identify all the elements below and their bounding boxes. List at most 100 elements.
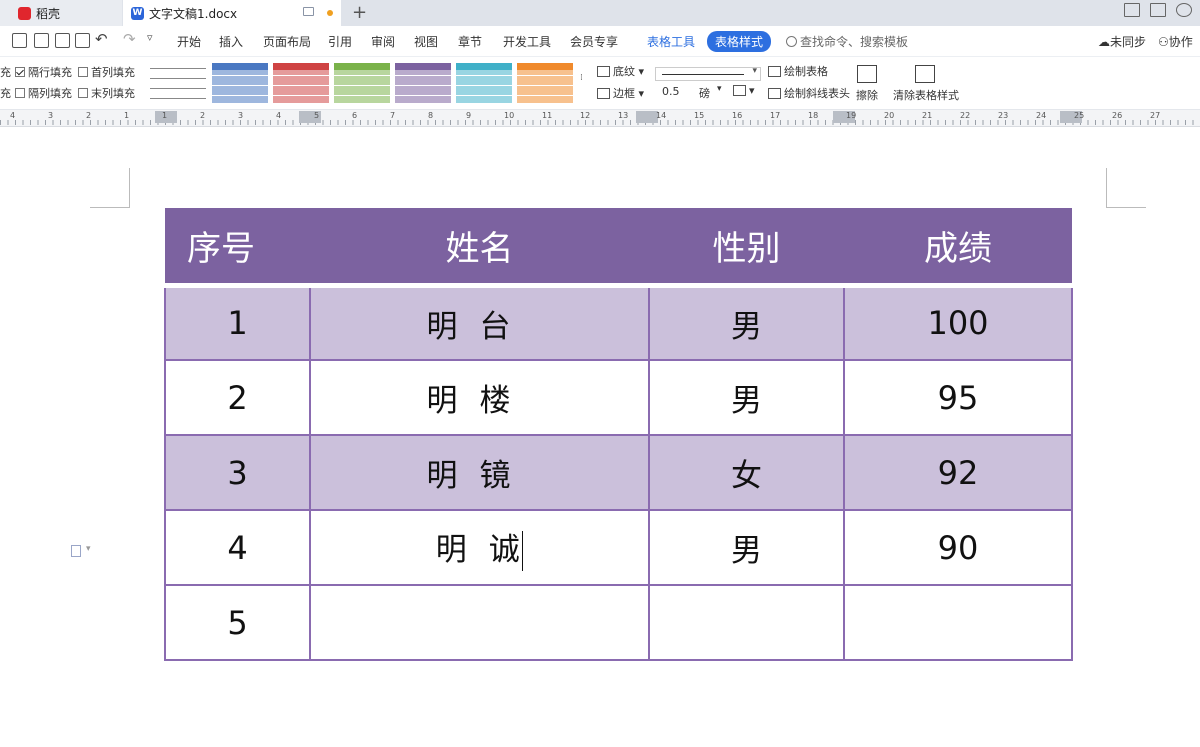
command-search[interactable]: 查找命令、搜索模板 xyxy=(786,33,908,50)
window-controls xyxy=(1124,3,1192,17)
ruler-number: 27 xyxy=(1150,111,1161,120)
first-col-fill-option[interactable]: 首列填充 xyxy=(78,64,135,80)
line-width-value[interactable]: 0.5 xyxy=(662,85,680,98)
table-style-swatch-cyan[interactable] xyxy=(456,63,512,103)
customize-quick-access-icon[interactable]: ▿ xyxy=(147,31,153,44)
ruler-number: 25 xyxy=(1074,111,1085,120)
header-index[interactable]: 序号 xyxy=(165,208,310,288)
eraser-icon[interactable] xyxy=(857,65,877,83)
table-style-swatch-red[interactable] xyxy=(273,63,329,103)
checkbox-checked-icon[interactable] xyxy=(15,67,25,77)
menu-insert[interactable]: 插入 xyxy=(219,33,243,50)
undo-icon[interactable]: ↶ xyxy=(95,30,108,48)
table-row: 1 明台 男 100 xyxy=(164,284,1073,361)
menu-home[interactable]: 开始 xyxy=(177,33,201,50)
ruler-number: 5 xyxy=(314,111,320,120)
ruler-number: 2 xyxy=(200,111,206,120)
cell-gender[interactable]: 女 xyxy=(648,434,845,511)
cell-name[interactable]: 明台 xyxy=(309,284,650,361)
line-color-button[interactable]: ▾ xyxy=(733,84,755,97)
grid-view-icon[interactable] xyxy=(1150,3,1166,17)
export-icon[interactable] xyxy=(34,33,49,48)
ruler-number: 8 xyxy=(428,111,434,120)
cell-score[interactable]: 90 xyxy=(843,509,1073,586)
cell-score[interactable]: 92 xyxy=(843,434,1073,511)
cell-index[interactable]: 2 xyxy=(164,359,311,436)
paragraph-layout-icon[interactable] xyxy=(71,545,81,557)
cell-index[interactable]: 3 xyxy=(164,434,311,511)
border-button[interactable]: 边框 ▾ xyxy=(597,85,644,101)
menu-section[interactable]: 章节 xyxy=(458,33,482,50)
ruler-number: 22 xyxy=(960,111,971,120)
line-width-dropdown-icon[interactable]: ▾ xyxy=(717,84,722,94)
cell-gender[interactable]: 男 xyxy=(648,284,845,361)
cell-index[interactable]: 4 xyxy=(164,509,311,586)
draw-table-button[interactable]: 绘制表格 xyxy=(768,63,828,79)
cell-index[interactable]: 5 xyxy=(164,584,311,661)
print-icon[interactable] xyxy=(55,33,70,48)
checkbox-icon[interactable] xyxy=(15,88,25,98)
menu-member[interactable]: 会员专享 xyxy=(570,33,618,50)
cell-score[interactable] xyxy=(843,584,1073,661)
alt-row-fill-option[interactable]: 隔行填充 xyxy=(15,64,72,80)
draw-table-label: 绘制表格 xyxy=(784,65,828,78)
menu-table-style[interactable]: 表格样式 xyxy=(707,31,772,52)
horizontal-ruler[interactable]: 4 3 2 1 1 2 3 4 5 6 7 8 9 10 11 12 13 14 15 16 17 18 19 20 21 22 2… xyxy=(0,110,1200,127)
table-style-swatch-purple[interactable] xyxy=(395,63,451,103)
print-preview-icon[interactable] xyxy=(75,33,90,48)
table-style-swatch-orange[interactable] xyxy=(517,63,573,103)
table-style-swatch-green[interactable] xyxy=(334,63,390,103)
more-styles-icon[interactable]: ⁞ xyxy=(580,73,583,83)
score-table[interactable]: 序号 姓名 性别 成绩 1 明台 男 100 2 明楼 男 95 3 明镜 女 … xyxy=(164,208,1073,661)
monitor-icon[interactable] xyxy=(303,7,314,16)
menu-review[interactable]: 审阅 xyxy=(371,33,395,50)
tab-document-label: 文字文稿1.docx xyxy=(149,6,238,21)
redo-icon[interactable]: ↷ xyxy=(123,30,136,48)
draw-diagonal-button[interactable]: 绘制斜线表头 xyxy=(768,85,850,101)
sync-status[interactable]: ☁未同步 xyxy=(1098,33,1146,50)
line-width-unit: 磅 xyxy=(699,87,710,100)
tab-document[interactable]: W 文字文稿1.docx xyxy=(123,0,341,26)
first-col-fill-label: 首列填充 xyxy=(91,66,135,79)
save-icon[interactable] xyxy=(12,33,27,48)
layout-toggle-icon[interactable] xyxy=(1124,3,1140,17)
clear-table-style-button[interactable]: 清除表格样式 xyxy=(893,87,959,103)
cell-gender[interactable]: 男 xyxy=(648,359,845,436)
dropdown-caret-icon[interactable]: ▾ xyxy=(86,544,91,554)
table-style-swatch-plain[interactable] xyxy=(150,63,206,103)
command-search-placeholder: 查找命令、搜索模板 xyxy=(800,35,909,49)
checkbox-icon[interactable] xyxy=(78,88,88,98)
last-col-fill-option[interactable]: 末列填充 xyxy=(78,85,135,101)
page-corner-marker xyxy=(90,168,130,208)
tab-docer[interactable]: 稻壳 xyxy=(0,0,122,26)
cell-score[interactable]: 100 xyxy=(843,284,1073,361)
header-name[interactable]: 姓名 xyxy=(310,208,649,288)
cell-score[interactable]: 95 xyxy=(843,359,1073,436)
cell-gender[interactable]: 男 xyxy=(648,509,845,586)
cell-name-active[interactable]: 明诚 xyxy=(309,509,650,586)
erase-button[interactable]: 擦除 xyxy=(856,87,878,103)
cell-name[interactable] xyxy=(309,584,650,661)
menu-page-layout[interactable]: 页面布局 xyxy=(263,33,311,50)
menu-references[interactable]: 引用 xyxy=(328,33,352,50)
cell-name[interactable]: 明楼 xyxy=(309,359,650,436)
line-style-select[interactable] xyxy=(655,66,761,81)
cell-index[interactable]: 1 xyxy=(164,284,311,361)
new-tab-plus-icon[interactable]: + xyxy=(352,2,367,23)
alt-col-fill-option[interactable]: 隔列填充 xyxy=(15,85,72,101)
ruler-number: 15 xyxy=(694,111,705,120)
menu-developer[interactable]: 开发工具 xyxy=(503,33,551,50)
menu-table-tools[interactable]: 表格工具 xyxy=(647,33,695,50)
shading-button[interactable]: 底纹 ▾ xyxy=(597,63,644,79)
user-icon[interactable] xyxy=(1176,3,1192,17)
header-score[interactable]: 成绩 xyxy=(844,208,1072,288)
checkbox-icon[interactable] xyxy=(78,67,88,77)
ruler-column-marker[interactable] xyxy=(636,111,658,123)
header-gender[interactable]: 性别 xyxy=(649,208,844,288)
collaborate-button[interactable]: ⚇协作 xyxy=(1158,33,1193,50)
cell-gender[interactable] xyxy=(648,584,845,661)
table-style-swatch-blue[interactable] xyxy=(212,63,268,103)
clear-style-icon[interactable] xyxy=(915,65,935,83)
menu-view[interactable]: 视图 xyxy=(414,33,438,50)
cell-name[interactable]: 明镜 xyxy=(309,434,650,511)
